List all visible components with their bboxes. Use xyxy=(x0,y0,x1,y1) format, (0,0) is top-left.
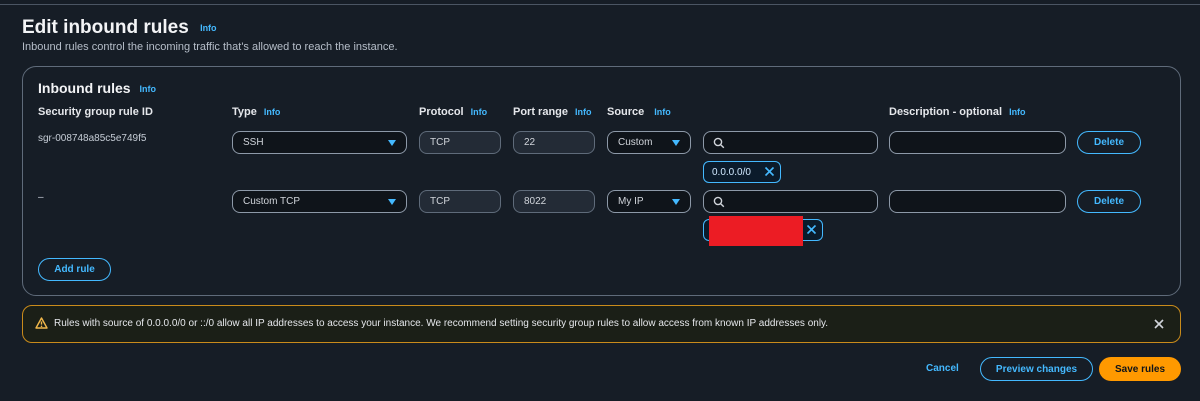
column-header-type-text: Type xyxy=(232,106,257,118)
rule-id-row-1: sgr-008748a85c5e749f5 xyxy=(38,133,147,144)
column-header-source: Source Info xyxy=(607,106,671,118)
protocol-field-row-2: TCP xyxy=(419,190,501,213)
cancel-button[interactable]: Cancel xyxy=(926,363,959,374)
page-title-text: Edit inbound rules xyxy=(22,17,189,38)
port-range-field-row-2[interactable]: 8022 xyxy=(513,190,595,213)
caret-down-icon xyxy=(672,199,680,205)
column-header-port-range: Port range Info xyxy=(513,106,592,118)
description-input-row-2[interactable] xyxy=(889,190,1066,213)
source-info-link[interactable]: Info xyxy=(654,107,671,117)
column-header-rule-id-text: Security group rule ID xyxy=(38,106,153,118)
type-select-row-2-value: Custom TCP xyxy=(243,196,301,207)
delete-button-row-1[interactable]: Delete xyxy=(1077,131,1141,154)
source-token-row-1-text: 0.0.0.0/0 xyxy=(712,166,751,178)
rule-id-row-2: – xyxy=(38,192,44,203)
column-header-protocol: Protocol Info xyxy=(419,106,487,118)
preview-changes-button-label: Preview changes xyxy=(995,363,1078,375)
column-header-rule-id: Security group rule ID xyxy=(38,106,153,118)
port-range-info-link[interactable]: Info xyxy=(575,107,592,117)
type-select-row-2[interactable]: Custom TCP xyxy=(232,190,407,213)
source-select-row-2-value: My IP xyxy=(618,196,644,207)
caret-down-icon xyxy=(672,140,680,146)
type-info-link[interactable]: Info xyxy=(264,107,281,117)
port-range-field-row-1[interactable]: 22 xyxy=(513,131,595,154)
column-header-description: Description - optional Info xyxy=(889,106,1026,118)
preview-changes-button[interactable]: Preview changes xyxy=(980,357,1093,381)
description-input-row-1[interactable] xyxy=(889,131,1066,154)
redaction-box xyxy=(709,216,803,246)
caret-down-icon xyxy=(388,199,396,205)
source-search-input-row-2[interactable] xyxy=(703,190,878,213)
port-range-field-row-2-value: 8022 xyxy=(524,196,547,207)
source-token-row-1: 0.0.0.0/0 xyxy=(703,161,781,183)
delete-button-row-2[interactable]: Delete xyxy=(1077,190,1141,213)
save-rules-button-label: Save rules xyxy=(1114,363,1166,375)
protocol-info-link[interactable]: Info xyxy=(471,107,488,117)
warning-alert-text: Rules with source of 0.0.0.0/0 or ::/0 a… xyxy=(54,318,829,329)
column-header-description-text: Description - optional xyxy=(889,106,1003,118)
search-icon xyxy=(713,196,725,208)
type-select-row-1[interactable]: SSH xyxy=(232,131,407,154)
protocol-field-row-2-value: TCP xyxy=(430,196,450,207)
column-header-port-range-text: Port range xyxy=(513,106,569,118)
add-rule-button-label: Add rule xyxy=(54,264,95,275)
description-info-link[interactable]: Info xyxy=(1009,107,1026,117)
close-icon[interactable] xyxy=(1153,318,1165,330)
type-select-row-1-value: SSH xyxy=(243,137,264,148)
page-title: Edit inbound rules Info xyxy=(22,17,217,39)
source-select-row-1-value: Custom xyxy=(618,137,653,148)
save-rules-button[interactable]: Save rules xyxy=(1099,357,1181,381)
close-icon[interactable] xyxy=(806,224,817,235)
port-range-field-row-1-value: 22 xyxy=(524,137,536,148)
close-icon[interactable] xyxy=(764,166,775,177)
warning-icon xyxy=(35,317,48,329)
column-header-type: Type Info xyxy=(232,106,280,118)
protocol-field-row-1: TCP xyxy=(419,131,501,154)
delete-button-row-1-label: Delete xyxy=(1093,137,1124,148)
source-select-row-1[interactable]: Custom xyxy=(607,131,691,154)
protocol-field-row-1-value: TCP xyxy=(430,137,450,148)
caret-down-icon xyxy=(388,140,396,146)
page-info-link[interactable]: Info xyxy=(200,23,217,33)
panel-title-text: Inbound rules xyxy=(38,80,131,96)
delete-button-row-2-label: Delete xyxy=(1093,196,1124,207)
column-header-source-text: Source xyxy=(607,106,645,118)
source-search-input-row-1[interactable] xyxy=(703,131,878,154)
panel-title: Inbound rules Info xyxy=(38,80,156,96)
top-divider xyxy=(0,4,1200,5)
inbound-rules-panel xyxy=(22,66,1181,296)
column-header-protocol-text: Protocol xyxy=(419,106,464,118)
search-icon xyxy=(713,137,725,149)
page-description: Inbound rules control the incoming traff… xyxy=(22,41,398,53)
panel-info-link[interactable]: Info xyxy=(139,84,156,94)
add-rule-button[interactable]: Add rule xyxy=(38,258,111,281)
source-select-row-2[interactable]: My IP xyxy=(607,190,691,213)
